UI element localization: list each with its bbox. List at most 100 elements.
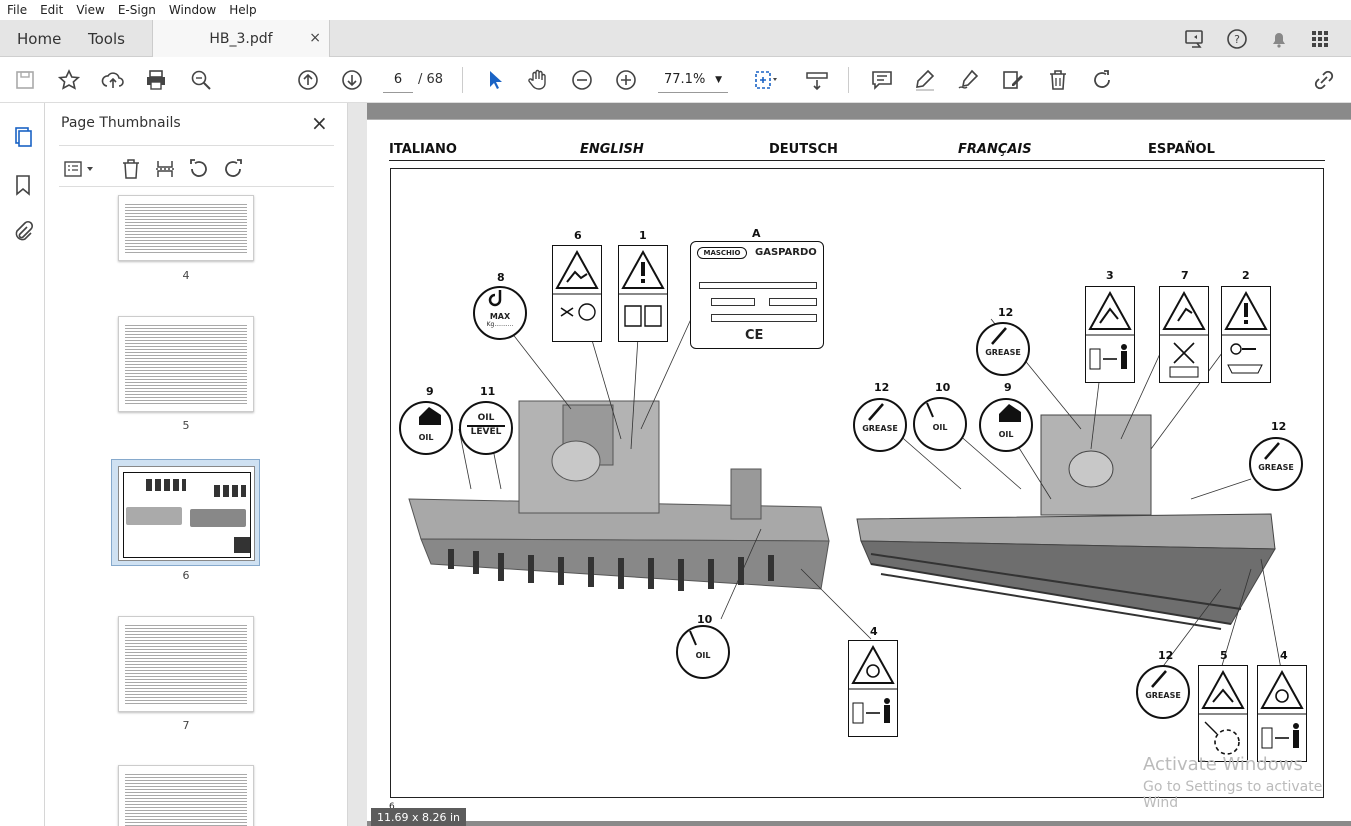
upload-cloud-icon[interactable] (100, 67, 126, 93)
warning-sign-4 (848, 640, 898, 737)
save-icon[interactable] (12, 67, 38, 93)
panel-close-icon[interactable]: × (311, 111, 328, 135)
hand-tool-icon[interactable] (525, 67, 551, 93)
extract-pages-icon[interactable] (153, 157, 177, 181)
page-thumbnail-selected[interactable] (111, 459, 260, 566)
panel-divider (59, 145, 334, 146)
apps-grid-icon[interactable] (1308, 27, 1332, 51)
rotate-counterclockwise-icon[interactable] (187, 157, 211, 181)
bookmarks-icon[interactable] (11, 173, 35, 197)
callout-4: 4 (1280, 649, 1288, 662)
notification-bell-icon[interactable] (1267, 27, 1291, 51)
grease-label: GREASE (1258, 463, 1294, 472)
thumbnail-options-icon[interactable] (63, 157, 97, 181)
zoom-level-select[interactable]: 77.1% ▼ (658, 67, 728, 93)
tab-home[interactable]: Home (17, 20, 61, 57)
zoom-out-icon[interactable] (569, 67, 595, 93)
oil-label: OIL (998, 430, 1014, 439)
zoom-in-icon[interactable] (613, 67, 639, 93)
share-screen-icon[interactable] (1183, 27, 1207, 51)
callout-10: 10 (935, 381, 951, 394)
select-cursor-icon[interactable] (482, 67, 508, 93)
oil-label: OIL (418, 433, 434, 442)
delete-trash-icon[interactable] (1045, 67, 1071, 93)
menu-esign[interactable]: E-Sign (111, 3, 162, 17)
callout-9: 9 (1004, 381, 1012, 394)
help-icon[interactable]: ? (1225, 27, 1249, 51)
page-down-icon[interactable] (339, 67, 365, 93)
plate-brand-logo: MASCHIO (697, 247, 747, 259)
menu-window[interactable]: Window (162, 3, 222, 17)
callout-11: 11 (480, 385, 496, 398)
callout-7: 7 (1181, 269, 1189, 282)
scroll-mode-icon[interactable] (804, 67, 830, 93)
grease-sign: GREASE (976, 322, 1030, 376)
link-share-icon[interactable] (1311, 67, 1337, 93)
page-up-icon[interactable] (295, 67, 321, 93)
menu-view[interactable]: View (69, 3, 110, 17)
menu-edit[interactable]: Edit (33, 3, 69, 17)
page-thumbnail[interactable] (118, 316, 254, 412)
page-thumbnail[interactable] (118, 765, 254, 826)
svg-text:?: ? (1234, 33, 1240, 46)
page-thumbnails-icon[interactable] (11, 125, 35, 149)
page-total-label: / 68 (418, 72, 444, 87)
thumbnail-page-number: 7 (182, 719, 190, 732)
menu-file[interactable]: File (0, 3, 33, 17)
activation-watermark-title: Activate Windows (1143, 754, 1303, 775)
attachments-paperclip-icon[interactable] (11, 219, 35, 243)
previous-page-edge (367, 103, 1351, 119)
callout-12: 12 (874, 381, 890, 394)
lang-deutsch: DEUTSCH (769, 142, 838, 157)
bookmark-star-icon[interactable] (56, 67, 82, 93)
oil-label: OIL (932, 423, 948, 432)
lang-italiano: ITALIANO (389, 142, 457, 157)
identification-plate: MASCHIO GASPARDO CE (690, 241, 824, 349)
page-thumbnail[interactable] (118, 616, 254, 712)
grease-label: GREASE (985, 348, 1021, 357)
rotate-icon[interactable] (1089, 67, 1115, 93)
callout-12: 12 (1271, 420, 1287, 433)
highlight-pen-icon[interactable] (912, 67, 938, 93)
lifting-hook-sign: MAX Kg.......... (473, 286, 527, 340)
tab-tools[interactable]: Tools (88, 20, 125, 57)
warning-sign-3 (1085, 286, 1135, 383)
callout-9: 9 (426, 385, 434, 398)
delete-page-icon[interactable] (119, 157, 143, 181)
toolbar-divider (462, 67, 463, 93)
oil-gearbox-sign: OIL (913, 397, 967, 451)
warning-sign-6 (552, 245, 602, 342)
toolbar-divider (848, 67, 849, 93)
tab-close-icon[interactable]: × (309, 30, 321, 46)
page-fit-icon[interactable] (752, 67, 778, 93)
tab-document[interactable]: HB_3.pdf × (152, 20, 330, 57)
left-navigation-rail (0, 103, 45, 826)
callout-10: 10 (697, 613, 713, 626)
grease-sign: GREASE (853, 398, 907, 452)
callout-8: 8 (497, 271, 505, 284)
callout-a: A (752, 227, 761, 240)
callout-5: 5 (1220, 649, 1228, 662)
plate-brand2-logo: GASPARDO (755, 247, 817, 258)
pdf-page: ITALIANO ENGLISH DEUTSCH FRANÇAIS ESPAÑO… (367, 119, 1351, 826)
ce-mark-icon: CE (745, 328, 764, 343)
callout-2: 2 (1242, 269, 1250, 282)
document-view[interactable]: ITALIANO ENGLISH DEUTSCH FRANÇAIS ESPAÑO… (348, 103, 1351, 826)
page-number-input[interactable]: 6 (383, 67, 413, 93)
comment-icon[interactable] (869, 67, 895, 93)
rotate-clockwise-icon[interactable] (221, 157, 245, 181)
menu-bar: File Edit View E-Sign Window Help (0, 0, 1351, 20)
warning-sign-7 (1159, 286, 1209, 383)
oil-level-sign: OIL LEVEL (459, 401, 513, 455)
callout-3: 3 (1106, 269, 1114, 282)
callout-1: 1 (639, 229, 647, 242)
lang-english: ENGLISH (580, 142, 644, 157)
draw-freehand-icon[interactable] (956, 67, 982, 93)
menu-help[interactable]: Help (222, 3, 262, 17)
callout-12: 12 (998, 306, 1014, 319)
edit-pdf-icon[interactable] (1000, 67, 1026, 93)
callout-12: 12 (1158, 649, 1174, 662)
zoom-search-icon[interactable] (188, 67, 214, 93)
print-icon[interactable] (143, 67, 169, 93)
page-thumbnail[interactable] (118, 195, 254, 261)
